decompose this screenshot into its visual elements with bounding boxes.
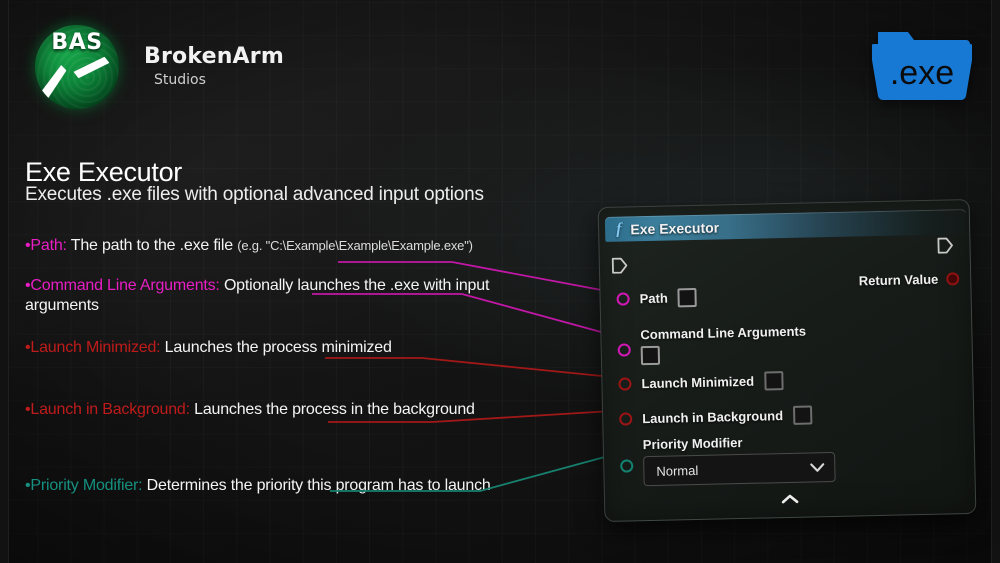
description-item-launch-minimized: •Launch Minimized: Launches the process … <box>25 338 525 358</box>
pin-input-launch-minimized[interactable] <box>763 371 784 391</box>
pin-label-launch-in-background: Launch in Background <box>642 408 784 427</box>
page-subtitle: Executes .exe files with optional advanc… <box>25 184 484 205</box>
description-value: Launches the process minimized <box>164 339 392 356</box>
description-key: Priority Modifier: <box>30 477 143 494</box>
pin-label-launch-minimized: Launch Minimized <box>641 373 755 392</box>
pin-row-return-value[interactable]: Return Value <box>858 271 960 289</box>
description-item-launch-in-background: •Launch in Background: Launches the proc… <box>25 400 525 420</box>
description-key: Launch Minimized: <box>30 339 161 356</box>
exec-in-pin-icon[interactable] <box>611 256 628 274</box>
description-value: Launches the process in the background <box>194 401 475 418</box>
function-icon: f <box>615 220 622 238</box>
pin-dot-launch-minimized[interactable] <box>618 377 632 391</box>
priority-modifier-value: Normal <box>656 462 699 479</box>
exe-folder-icon: .exe <box>872 32 972 101</box>
node-collapse-button[interactable] <box>605 489 975 512</box>
description-value: The path to the .exe file <box>70 237 233 254</box>
blueprint-node[interactable]: f Exe Executor Return Value Path Command… <box>597 198 977 523</box>
frame-left-border <box>0 0 9 563</box>
description-key: Launch in Background: <box>30 401 190 418</box>
brand-lockup: BAS BrokenArm Studios <box>26 16 284 118</box>
node-header: f Exe Executor <box>604 209 967 242</box>
broken-bone-icon-right <box>72 56 111 79</box>
brand-subtitle: Studios <box>154 72 206 89</box>
pin-row-launch-minimized[interactable]: Launch Minimized <box>618 371 784 394</box>
pin-dot-return-value[interactable] <box>946 272 960 286</box>
pin-row-path[interactable]: Path <box>616 287 697 309</box>
pin-row-launch-in-background[interactable]: Launch in Background <box>619 405 813 428</box>
exe-folder-label: .exe <box>890 54 954 92</box>
chevron-up-icon <box>781 494 799 504</box>
broken-bone-icon-left <box>37 62 67 103</box>
pin-dot-priority-modifier[interactable] <box>620 459 634 473</box>
pin-dot-launch-in-background[interactable] <box>619 412 633 426</box>
description-item-command-line-arguments: •Command Line Arguments: Optionally laun… <box>25 276 525 317</box>
node-title: Exe Executor <box>630 218 720 237</box>
priority-modifier-dropdown[interactable]: Normal <box>643 451 836 487</box>
pin-label-return-value: Return Value <box>858 271 939 289</box>
pin-label-command-line-arguments: Command Line Arguments <box>640 323 807 343</box>
pin-label-priority-modifier: Priority Modifier <box>642 434 743 453</box>
exec-out-pin-icon[interactable] <box>936 236 953 254</box>
description-item-path: •Path: The path to the .exe file (e.g. "… <box>25 236 525 256</box>
brand-logo: BAS <box>26 16 128 118</box>
description-value: Determines the priority this program has… <box>146 477 491 494</box>
description-item-priority-modifier: •Priority Modifier: Determines the prior… <box>25 476 525 496</box>
pin-label-path: Path <box>639 290 668 307</box>
description-key: Path: <box>30 237 67 254</box>
brand-name: BrokenArm <box>144 44 284 70</box>
pin-input-launch-in-background[interactable] <box>792 405 813 425</box>
logo-text: BAS <box>51 30 103 55</box>
brand-text: BrokenArm Studios <box>144 45 284 89</box>
logo-disc: BAS <box>35 25 119 109</box>
description-note: (e.g. "C:\Example\Example\Example.exe") <box>237 238 473 253</box>
description-key: Command Line Arguments: <box>30 277 220 294</box>
pin-row-command-line-arguments[interactable]: Command Line Arguments <box>617 324 806 366</box>
pin-dot-path[interactable] <box>616 292 630 306</box>
pin-input-path[interactable] <box>677 287 697 308</box>
chevron-down-icon <box>810 462 825 472</box>
node-body: f Exe Executor Return Value Path Command… <box>597 198 977 523</box>
pin-input-command-line-arguments[interactable] <box>640 345 661 366</box>
frame-right-border <box>991 0 1000 563</box>
pin-row-priority-modifier[interactable]: Priority Modifier Normal <box>620 435 836 487</box>
pin-dot-command-line-arguments[interactable] <box>617 343 631 357</box>
